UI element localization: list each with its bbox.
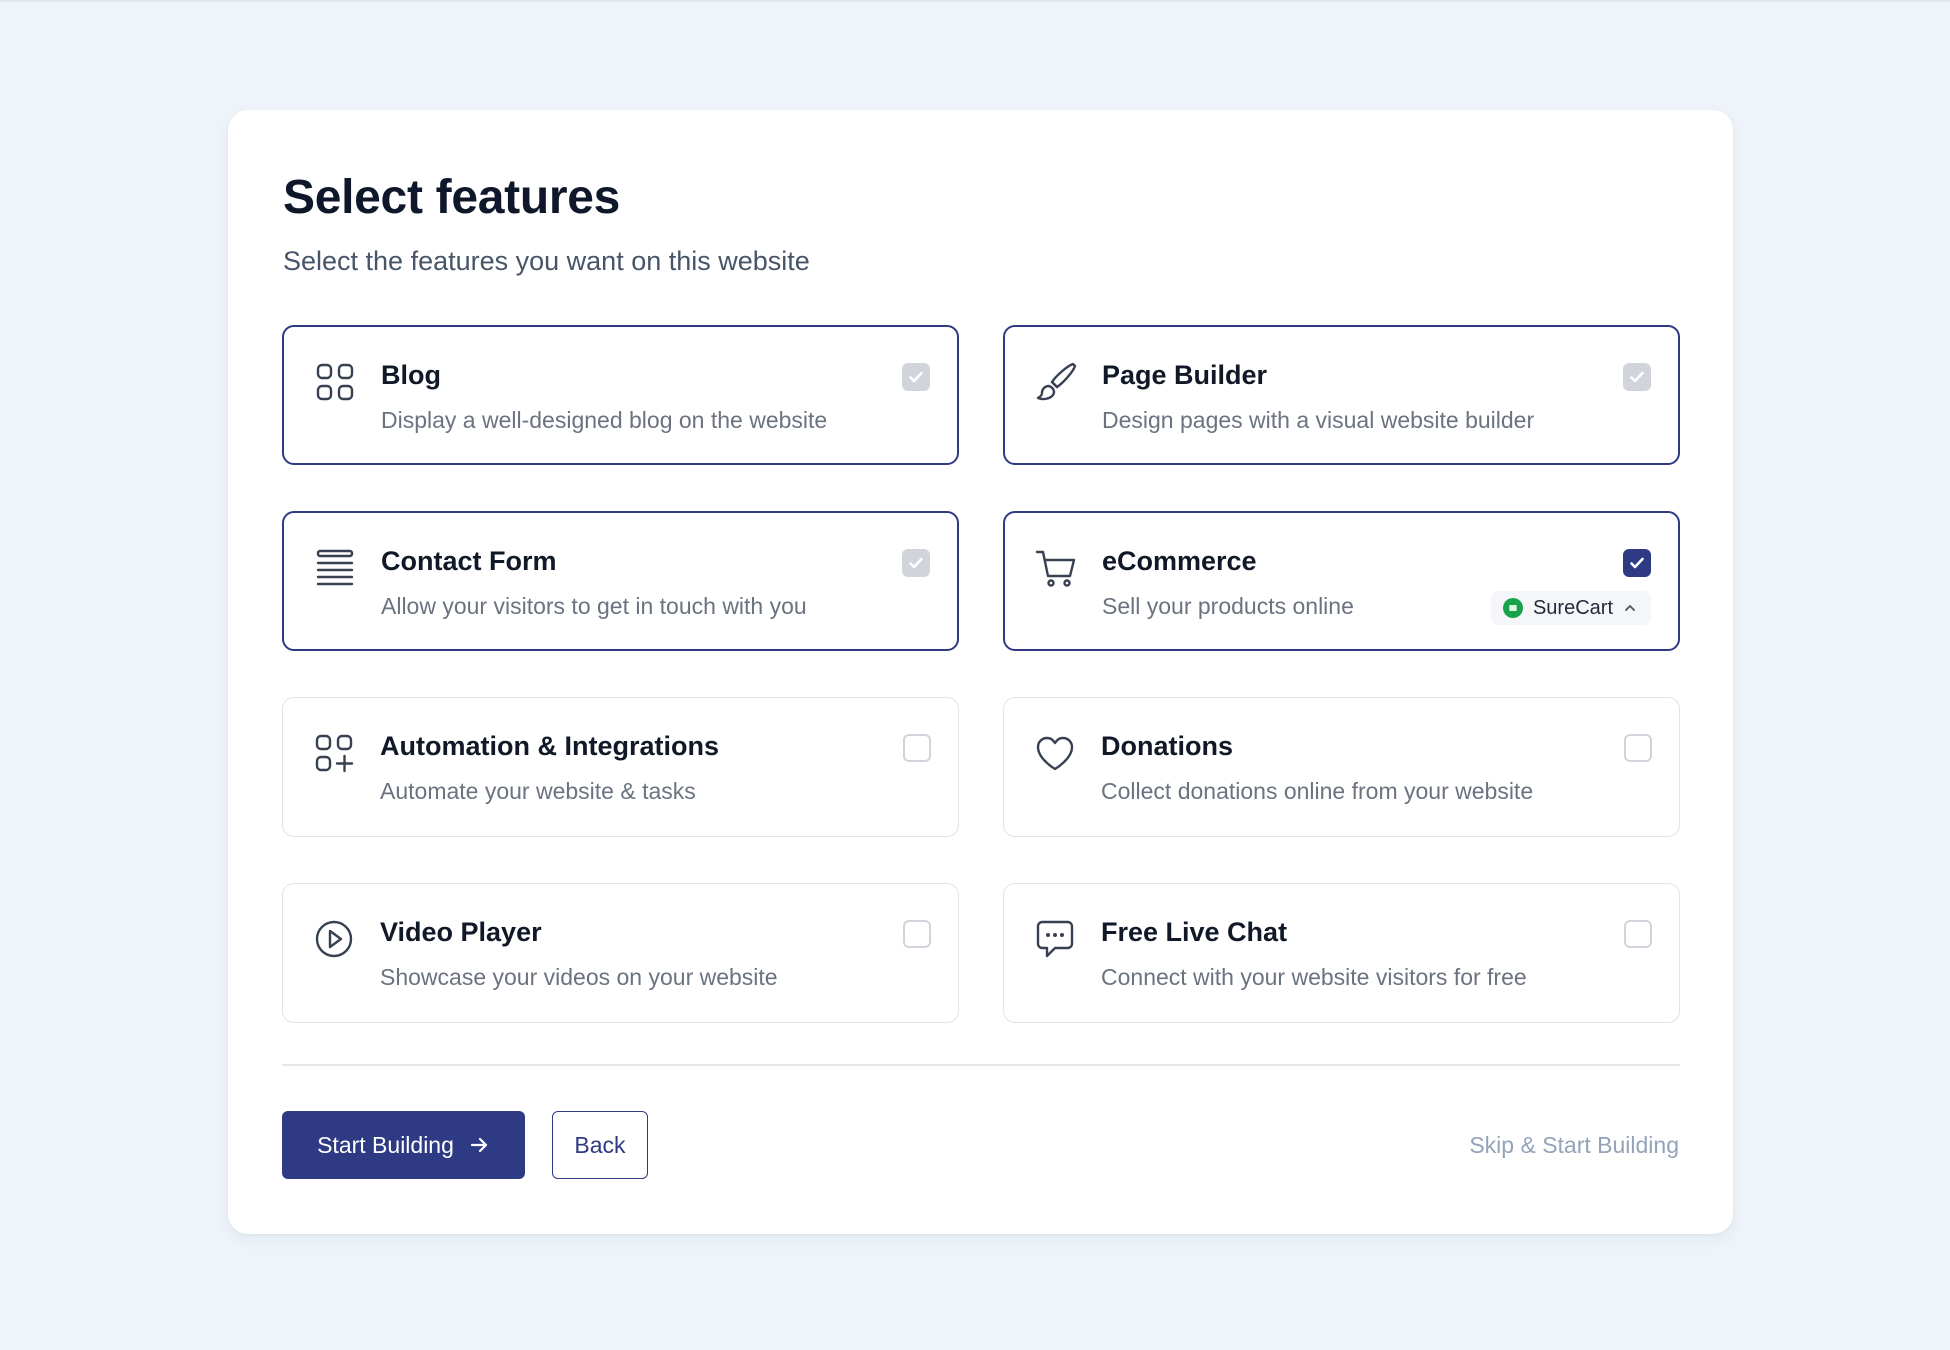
feature-checkbox[interactable] — [903, 734, 931, 762]
checkmark-icon — [1630, 371, 1644, 383]
feature-checkbox-locked[interactable] — [902, 363, 930, 391]
feature-card-ecommerce[interactable]: eCommerce Sell your products online Sure… — [1003, 511, 1680, 651]
shopping-cart-icon — [1034, 546, 1078, 590]
feature-card-page-builder[interactable]: Page Builder Design pages with a visual … — [1003, 325, 1680, 465]
feature-checkbox-checked[interactable] — [1623, 549, 1651, 577]
checkmark-icon — [1630, 557, 1644, 569]
play-circle-icon — [312, 917, 356, 961]
feature-card-donations[interactable]: Donations Collect donations online from … — [1003, 697, 1680, 837]
page-subtitle: Select the features you want on this web… — [283, 246, 810, 276]
feature-card-automation[interactable]: Automation & Integrations Automate your … — [282, 697, 959, 837]
feature-name: Video Player — [380, 917, 542, 947]
grid-icon — [313, 360, 357, 404]
feature-description: Connect with your website visitors for f… — [1101, 964, 1527, 990]
feature-description: Sell your products online — [1102, 593, 1354, 619]
back-button[interactable]: Back — [552, 1111, 648, 1179]
arrow-right-icon — [470, 1137, 488, 1153]
feature-description: Automate your website & tasks — [380, 778, 696, 804]
feature-name: Free Live Chat — [1101, 917, 1288, 947]
feature-name: Automation & Integrations — [380, 731, 719, 761]
feature-description: Collect donations online from your websi… — [1101, 778, 1534, 804]
form-lines-icon — [313, 546, 357, 590]
feature-card-contact-form[interactable]: Contact Form Allow your visitors to get … — [282, 511, 959, 651]
surecart-logo-icon — [1502, 598, 1523, 618]
feature-name: eCommerce — [1102, 546, 1257, 576]
feature-name: Contact Form — [381, 546, 557, 576]
surecart-addon-toggle[interactable]: SureCart — [1490, 591, 1651, 625]
feature-description: Showcase your videos on your website — [380, 964, 778, 990]
onboarding-card: Select features Select the features you … — [228, 110, 1733, 1234]
feature-name: Page Builder — [1102, 360, 1268, 390]
page-title: Select features — [283, 171, 621, 224]
feature-name: Donations — [1101, 731, 1233, 761]
chat-bubble-icon — [1033, 917, 1077, 961]
feature-card-live-chat[interactable]: Free Live Chat Connect with your website… — [1003, 883, 1680, 1023]
start-building-label: Start Building — [317, 1131, 454, 1158]
feature-checkbox[interactable] — [903, 920, 931, 948]
feature-description: Display a well-designed blog on the webs… — [381, 407, 828, 433]
feature-checkbox[interactable] — [1624, 920, 1652, 948]
paintbrush-icon — [1034, 360, 1078, 404]
feature-card-blog[interactable]: Blog Display a well-designed blog on the… — [282, 325, 959, 465]
checkmark-icon — [909, 557, 923, 569]
footer-divider — [282, 1064, 1680, 1066]
feature-grid: Blog Display a well-designed blog on the… — [282, 325, 1680, 1023]
feature-description: Allow your visitors to get in touch with… — [381, 593, 807, 619]
feature-checkbox[interactable] — [1624, 734, 1652, 762]
feature-description: Design pages with a visual website build… — [1102, 407, 1535, 433]
feature-card-video-player[interactable]: Video Player Showcase your videos on you… — [282, 883, 959, 1023]
checkmark-icon — [909, 371, 923, 383]
start-building-button[interactable]: Start Building — [282, 1111, 525, 1179]
feature-checkbox-locked[interactable] — [1623, 363, 1651, 391]
heart-icon — [1033, 731, 1077, 775]
feature-checkbox-locked[interactable] — [902, 549, 930, 577]
chevron-up-icon — [1623, 601, 1637, 615]
addon-label: SureCart — [1532, 596, 1613, 619]
grid-plus-icon — [312, 731, 356, 775]
feature-name: Blog — [381, 360, 441, 390]
skip-start-building-link[interactable]: Skip & Start Building — [1469, 1132, 1679, 1159]
